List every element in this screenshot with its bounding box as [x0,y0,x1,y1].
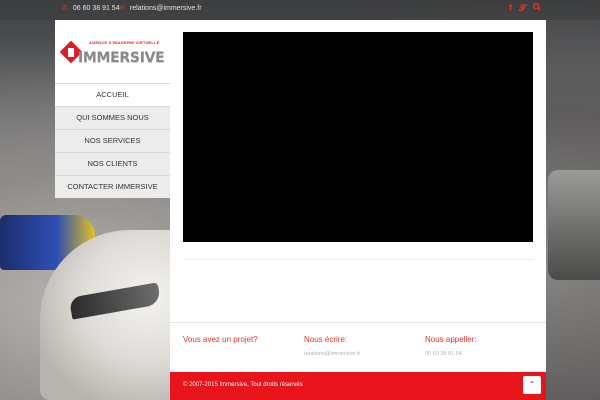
background-race-car [0,215,95,270]
nav-item-qui-sommes-nous[interactable]: QUI SOMMES NOUS [55,106,170,129]
main-content [170,20,546,322]
nav-item-nos-services[interactable]: NOS SERVICES [55,129,170,152]
top-email-text: relations@immersive.fr [129,4,202,12]
footer: Vous avez un projet? Nous écrire: relati… [170,322,546,373]
sidebar: AGENCE D'IMAGERIE VIRTUELLE IMMERSIVE AC… [55,20,170,198]
top-bar: ✆ 06 60 38 91 54 ✉ relations@immersive.f… [0,0,600,20]
footer-write-email[interactable]: relations@immersive.fr [304,351,360,357]
top-email[interactable]: ✉ relations@immersive.fr [119,4,202,13]
footer-call-title: Nous appeller: [425,335,477,344]
footer-call: Nous appeller: 06 60 38 91 54 [425,335,477,357]
footer-write: Nous écrire: relations@immersive.fr [304,335,360,357]
footer-call-phone[interactable]: 06 60 38 91 54 [425,351,477,357]
scroll-to-top-button[interactable]: ⌃ [523,376,541,394]
content-divider [183,259,533,260]
logo-wordmark: IMMERSIVE [78,50,165,66]
video-player[interactable] [183,32,533,242]
facebook-icon[interactable]: f [509,3,512,13]
nav-item-contacter-immersive[interactable]: CONTACTER IMMERSIVE [55,175,170,198]
twitter-icon[interactable]: 𝓣 [519,3,526,14]
background-right-car [548,170,600,280]
logo-diamond-mark [68,48,74,57]
footer-project: Vous avez un projet? [183,335,258,344]
chevron-up-icon: ⌃ [528,380,536,389]
footer-project-title[interactable]: Vous avez un projet? [183,335,258,344]
nav-item-nos-clients[interactable]: NOS CLIENTS [55,152,170,175]
nav-item-accueil[interactable]: ACCUEIL [55,83,170,106]
copyright-text: © 2007-2015 Immersive, Tout droits réser… [183,382,303,388]
main-nav: ACCUEIL QUI SOMMES NOUS NOS SERVICES NOS… [55,83,170,198]
search-icon[interactable] [533,3,541,13]
phone-icon: ✆ [62,5,68,12]
copyright-bar: © 2007-2015 Immersive, Tout droits réser… [170,372,546,400]
background-car-headlight [68,282,162,320]
immersive-logo[interactable]: AGENCE D'IMAGERIE VIRTUELLE IMMERSIVE [59,38,165,84]
top-phone[interactable]: ✆ 06 60 38 91 54 [62,4,120,13]
logo-tagline: AGENCE D'IMAGERIE VIRTUELLE [89,40,160,45]
envelope-icon: ✉ [119,5,125,12]
footer-write-title: Nous écrire: [304,335,348,344]
top-phone-text: 06 60 38 91 54 [72,4,120,12]
